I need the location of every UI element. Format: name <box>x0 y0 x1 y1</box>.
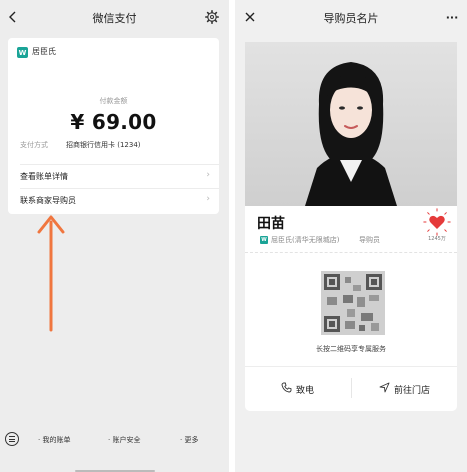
chevron-right-icon: › <box>206 170 210 180</box>
like-count: 1245万 <box>428 236 446 242</box>
divider <box>351 378 352 398</box>
payment-method-value: 招商银行信用卡 (1234) <box>66 141 141 149</box>
row-label: 查看账单详情 <box>20 172 68 181</box>
divider <box>245 252 457 253</box>
guide-card-screen: 导购员名片 ··· 田苗 W 屈臣氏(清华无限城店) 导购员 1245万 长按二… <box>235 0 467 472</box>
wechat-pay-screen: 微信支付 W 居臣氏 付款金额 ¥ 69.00 支付方式 招商银行信用卡 (12… <box>0 0 229 472</box>
call-button[interactable]: 致电 <box>281 382 314 396</box>
qr-hint-text: 长按二维码享专属服务 <box>316 345 386 353</box>
call-label: 致电 <box>296 385 315 396</box>
guide-role: 导购员 <box>359 236 380 244</box>
divider <box>20 188 219 189</box>
divider <box>20 164 219 165</box>
amount-label: 付款金额 <box>99 97 128 105</box>
row-label: 联系商家导购员 <box>20 196 76 205</box>
divider <box>245 366 457 367</box>
payment-card: W 居臣氏 付款金额 ¥ 69.00 支付方式 招商银行信用卡 (1234) 查… <box>8 38 219 214</box>
nav-bar: 导购员名片 ··· <box>235 0 467 34</box>
annotation-arrow <box>36 212 66 334</box>
go-to-store-label: 前往门店 <box>394 385 431 396</box>
settings-icon[interactable] <box>201 6 223 28</box>
menu-icon[interactable] <box>5 432 19 446</box>
my-bills-link[interactable]: · 我的账单 <box>38 435 70 445</box>
phone-icon <box>281 382 292 396</box>
guide-name: 田苗 <box>257 216 285 232</box>
merchant-name: 居臣氏 <box>32 47 56 56</box>
guide-photo <box>245 42 457 206</box>
chevron-right-icon: › <box>206 194 210 204</box>
page-title: 微信支付 <box>92 12 137 25</box>
more-link[interactable]: · 更多 <box>180 435 198 445</box>
merchant-logo: W <box>17 47 28 58</box>
page-title: 导购员名片 <box>323 12 379 25</box>
guide-card: 田苗 W 屈臣氏(清华无限城店) 导购员 1245万 长按二维码享专属服务 致电… <box>245 206 457 411</box>
account-security-link[interactable]: · 账户安全 <box>108 435 140 445</box>
amount-value: ¥ 69.00 <box>70 110 157 134</box>
more-options-icon[interactable]: ··· <box>441 6 463 28</box>
store-logo: W <box>260 236 268 244</box>
go-to-store-button[interactable]: 前往门店 <box>379 382 430 396</box>
like-button[interactable] <box>423 208 451 236</box>
qr-code[interactable] <box>321 271 385 335</box>
store-name: 屈臣氏(清华无限城店) <box>271 236 340 244</box>
navigate-icon <box>379 382 390 396</box>
payment-method-label: 支付方式 <box>20 141 48 149</box>
nav-bar: 微信支付 <box>0 0 229 34</box>
bottom-bar: · 我的账单 · 账户安全 · 更多 <box>0 424 229 472</box>
heart-icon <box>423 208 451 236</box>
